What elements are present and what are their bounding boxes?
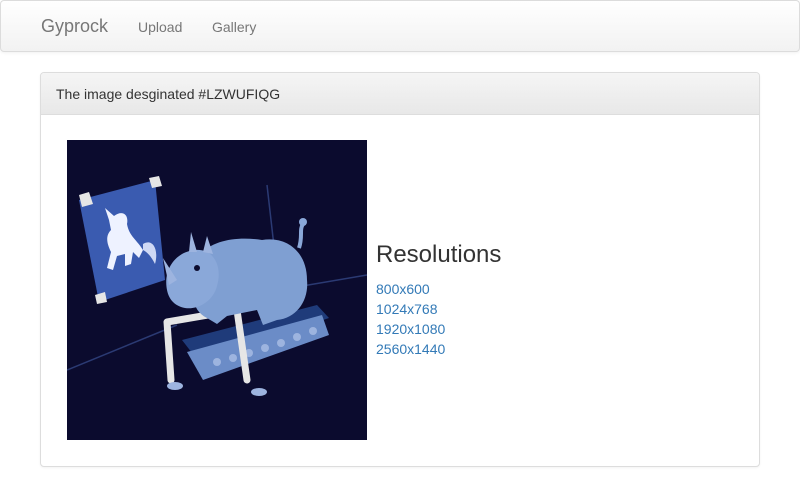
list-item: 1024x768 — [376, 299, 501, 319]
list-item: 1920x1080 — [376, 319, 501, 339]
resolutions-heading: Resolutions — [376, 241, 502, 268]
resolution-link-1024x768[interactable]: 1024x768 — [376, 301, 438, 317]
rhino-treadmill-illustration — [67, 140, 367, 440]
resolutions-section: Resolutions 800x600 1024x768 1920x1080 2… — [376, 239, 501, 359]
image-panel: The image desginated #LZWUFIQG Resolutio… — [40, 72, 760, 467]
list-item: 800x600 — [376, 279, 501, 299]
brand-link[interactable]: Gyprock — [41, 16, 108, 37]
resolution-list: 800x600 1024x768 1920x1080 2560x1440 — [376, 279, 501, 359]
nav-gallery-link[interactable]: Gallery — [212, 19, 256, 35]
list-item: 2560x1440 — [376, 339, 501, 359]
resolution-link-2560x1440[interactable]: 2560x1440 — [376, 341, 445, 357]
panel-heading: The image desginated #LZWUFIQG — [41, 73, 759, 115]
navbar: Gyprock Upload Gallery — [0, 0, 800, 52]
nav-upload-link[interactable]: Upload — [138, 19, 182, 35]
resolution-link-800x600[interactable]: 800x600 — [376, 281, 430, 297]
resolution-link-1920x1080[interactable]: 1920x1080 — [376, 321, 445, 337]
wallpaper-image — [67, 140, 367, 440]
